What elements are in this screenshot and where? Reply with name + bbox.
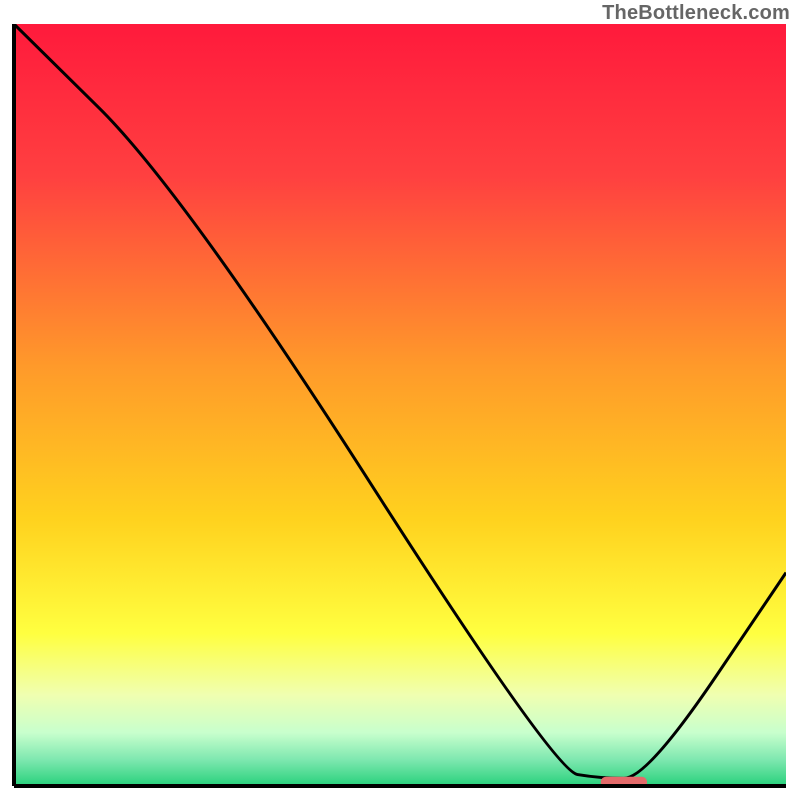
bottleneck-chart	[0, 0, 800, 800]
gradient-background	[14, 24, 786, 786]
chart-stage: TheBottleneck.com	[0, 0, 800, 800]
